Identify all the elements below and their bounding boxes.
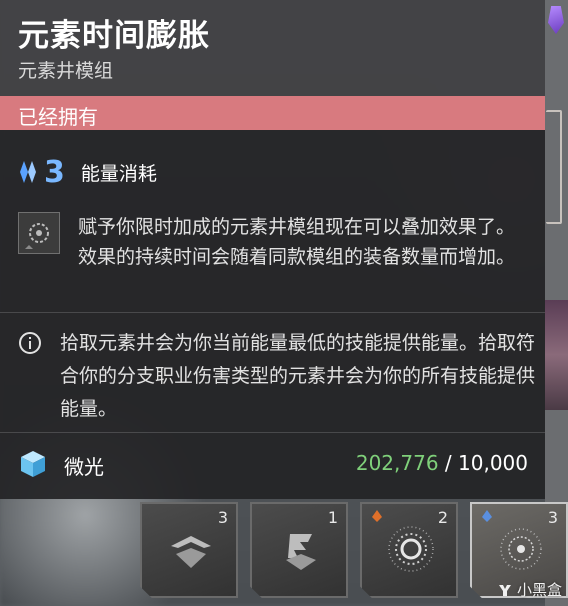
glimmer-cube-icon	[21, 451, 45, 477]
frame-bracket	[546, 110, 562, 224]
mod-glyph-icon	[286, 534, 316, 570]
tooltip-header: 元素时间膨胀 元素井模组	[0, 0, 545, 96]
mod-info-text: 拾取元素井会为你当前能量最低的技能提供能量。拾取符合你的分支职业伤害类型的元素井…	[60, 332, 536, 420]
mod-slot-cost: 3	[217, 508, 228, 527]
energy-cost-value: 3	[44, 154, 65, 190]
currency-current: 202,776	[355, 451, 439, 475]
info-circle-icon	[19, 332, 41, 354]
mod-slot-1[interactable]: 3	[140, 502, 238, 598]
energy-cost-row: 3 能量消耗	[18, 150, 157, 194]
currency-row: 微光 202,776 / 10,000	[18, 445, 528, 485]
mod-glyph-icon	[171, 536, 211, 568]
currency-amount: 202,776 / 10,000	[356, 451, 528, 475]
mod-slot-cost: 2	[437, 508, 448, 527]
heybox-logo-icon	[498, 584, 511, 596]
mod-slot-cost: 1	[327, 508, 338, 527]
mod-description-text: 赋予你限时加成的元素井模组现在可以叠加效果了。效果的持续时间会随着同款模组的装备…	[78, 216, 516, 268]
currency-separator: /	[438, 451, 459, 475]
owned-status-label: 已经拥有	[18, 105, 98, 129]
watermark: 小黑盒	[497, 579, 562, 600]
mod-type: 元素井模组	[18, 60, 114, 82]
mod-tooltip: 元素时间膨胀 元素井模组 已经拥有 3 能量消耗 赋予你限时加成的元素井模组现在…	[0, 0, 545, 499]
currency-max: 10,000	[458, 451, 528, 475]
currency-label: 微光	[64, 455, 104, 479]
subclass-art	[545, 300, 568, 410]
elemental-ring-icon	[500, 528, 542, 570]
energy-diamond-icon	[20, 161, 36, 183]
mod-socket-icon	[18, 212, 60, 254]
mod-title: 元素时间膨胀	[18, 18, 210, 54]
divider	[0, 432, 545, 433]
divider	[0, 312, 545, 313]
solar-burst-icon	[388, 526, 434, 572]
arc-mark-icon	[482, 510, 492, 522]
mod-slot-cost: 3	[547, 508, 558, 527]
mod-slot-3[interactable]: 2	[360, 502, 458, 598]
solar-mark-icon	[372, 510, 382, 522]
energy-cost-label: 能量消耗	[80, 162, 157, 185]
watermark-text: 小黑盒	[516, 581, 562, 599]
mod-slot-2[interactable]: 1	[250, 502, 348, 598]
owned-status-bar: 已经拥有	[0, 96, 545, 130]
mod-slot-row: 3 1 2 3 小黑盒	[140, 500, 568, 606]
